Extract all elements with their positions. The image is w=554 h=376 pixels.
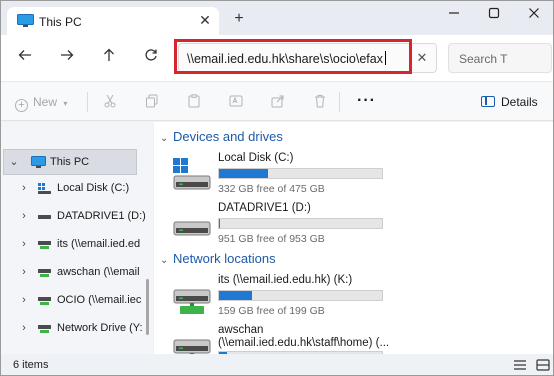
sidebar-item-network-drive-y[interactable]: › Network Drive (Y: [1, 316, 153, 342]
section-title: Devices and drives [173, 129, 283, 144]
close-tab-icon[interactable]: ✕ [197, 12, 213, 28]
sidebar-item-ocio[interactable]: › OCIO (\\email.iec [1, 288, 153, 314]
network-drive-icon [38, 325, 51, 333]
chevron-right-icon[interactable]: › [19, 295, 29, 306]
tiles-view-icon[interactable] [536, 359, 550, 371]
maximize-icon[interactable] [484, 7, 504, 23]
sidebar-item-label: DATADRIVE1 (D:) [57, 210, 146, 222]
up-arrow-icon[interactable] [99, 48, 119, 68]
divider [87, 92, 88, 112]
drive-free-space: 332 GB free of 475 GB [218, 183, 325, 195]
drive-tile-datadrive1-d[interactable]: DATADRIVE1 (D:) 951 GB free of 953 GB [172, 202, 422, 254]
command-bar: + New ▾ ··· Details [1, 81, 553, 121]
drive-free-space: 951 GB free of 953 GB [218, 233, 325, 245]
address-highlight-box [174, 39, 412, 74]
drive-usage-fill [219, 291, 252, 300]
drive-tile-awschan[interactable]: awschan (\\email.ied.edu.hk\staff\home) … [172, 324, 422, 354]
sidebar-item-label: Local Disk (C:) [57, 182, 130, 194]
section-network-locations[interactable]: ⌄ Network locations [160, 251, 276, 266]
search-box[interactable]: Search T [448, 43, 552, 73]
chevron-right-icon[interactable]: › [19, 183, 29, 194]
new-tab-button[interactable]: + [231, 11, 247, 27]
share-icon[interactable] [270, 94, 286, 110]
sidebar-item-label: Network Drive (Y: [57, 322, 143, 334]
tab-this-pc[interactable]: This PC ✕ [7, 7, 219, 35]
details-pane-button[interactable]: Details [481, 94, 538, 110]
minimize-icon[interactable] [444, 7, 464, 23]
chevron-right-icon[interactable]: › [19, 267, 29, 278]
drive-usage-bar [218, 290, 383, 301]
details-view-icon[interactable] [513, 359, 527, 371]
details-label: Details [501, 95, 538, 109]
chevron-down-icon: ▾ [63, 99, 68, 108]
back-arrow-icon[interactable] [15, 48, 35, 68]
new-button-label: New [33, 95, 58, 109]
refresh-icon[interactable] [141, 48, 161, 68]
forward-arrow-icon[interactable] [57, 48, 77, 68]
copy-icon[interactable] [144, 94, 160, 110]
tab-title: This PC [39, 15, 82, 29]
main-content: ⌄ Devices and drives Local Disk (C:) 332 … [154, 122, 553, 354]
sidebar-item-label: its (\\email.ied.ed [57, 238, 141, 250]
chevron-down-icon[interactable]: ⌄ [9, 157, 19, 168]
section-devices-and-drives[interactable]: ⌄ Devices and drives [160, 129, 283, 144]
network-drive-icon [38, 269, 51, 277]
cut-icon[interactable] [102, 94, 118, 110]
drive-tile-its-k[interactable]: its (\\email.ied.edu.hk) (K:) 159 GB fre… [172, 274, 422, 326]
network-drive-icon [38, 297, 51, 305]
status-bar: 6 items [1, 354, 553, 375]
windows-drive-icon [173, 158, 211, 190]
drive-usage-bar [218, 168, 383, 179]
item-count: 6 items [13, 359, 49, 371]
sidebar-item-label: This PC [50, 156, 90, 168]
drive-icon [173, 221, 211, 236]
section-title: Network locations [173, 251, 276, 266]
delete-icon[interactable] [312, 94, 328, 110]
sidebar-item-datadrive1-d[interactable]: › DATADRIVE1 (D:) [1, 204, 153, 230]
network-drive-icon [38, 241, 51, 249]
drive-path: (\\email.ied.edu.hk\staff\home) (... [218, 337, 390, 349]
title-bar: This PC ✕ + [1, 1, 553, 35]
sidebar-item-its[interactable]: › its (\\email.ied.ed [1, 232, 153, 258]
sidebar-item-local-disk-c[interactable]: › Local Disk (C:) [1, 176, 153, 202]
drive-tile-local-disk-c[interactable]: Local Disk (C:) 332 GB free of 475 GB [172, 152, 422, 204]
navigation-pane: ⌄ This PC › Local Disk (C:) › DATADRIVE1… [1, 122, 153, 354]
divider [339, 92, 340, 112]
sidebar-item-awschan[interactable]: › awschan (\\email [1, 260, 153, 286]
file-explorer-window: This PC ✕ + \\email.ied.edu.hk\share\s\o… [0, 0, 554, 376]
details-pane-icon [481, 96, 495, 107]
sidebar-item-label: OCIO (\\email.iec [57, 294, 142, 306]
drive-name: its (\\email.ied.edu.hk) (K:) [218, 274, 353, 286]
windows-drive-icon [38, 183, 51, 194]
drive-free-space: 159 GB free of 199 GB [218, 305, 325, 317]
close-icon[interactable] [524, 7, 544, 23]
monitor-icon [17, 14, 34, 27]
drive-name: DATADRIVE1 (D:) [218, 202, 311, 214]
drive-name: Local Disk (C:) [218, 152, 294, 164]
chevron-right-icon[interactable]: › [19, 239, 29, 250]
chevron-down-icon: ⌄ [160, 133, 169, 144]
nav-pane-scrollbar[interactable] [146, 279, 149, 335]
paste-icon[interactable] [186, 94, 202, 110]
sidebar-item-label: awschan (\\email [57, 266, 140, 278]
drive-name: awschan [218, 324, 264, 336]
monitor-icon [31, 156, 46, 168]
clear-address-icon[interactable]: ✕ [414, 50, 430, 66]
sidebar-item-this-pc[interactable]: ⌄ This PC [3, 149, 137, 175]
new-button[interactable]: + New ▾ [15, 94, 68, 112]
network-drive-icon [173, 289, 211, 314]
chevron-right-icon[interactable]: › [19, 211, 29, 222]
chevron-down-icon: ⌄ [160, 255, 169, 266]
drive-usage-fill [219, 169, 268, 178]
more-options-button[interactable]: ··· [357, 93, 376, 109]
address-row: \\email.ied.edu.hk\share\s\ocio\efax ✕ S… [1, 35, 553, 81]
search-placeholder: Search T [459, 52, 508, 66]
chevron-right-icon[interactable]: › [19, 323, 29, 334]
network-drive-icon [173, 339, 211, 354]
drive-usage-bar [218, 218, 383, 229]
plus-circle-icon: + [15, 99, 28, 112]
rename-icon[interactable] [228, 94, 244, 110]
drive-icon [38, 215, 51, 219]
